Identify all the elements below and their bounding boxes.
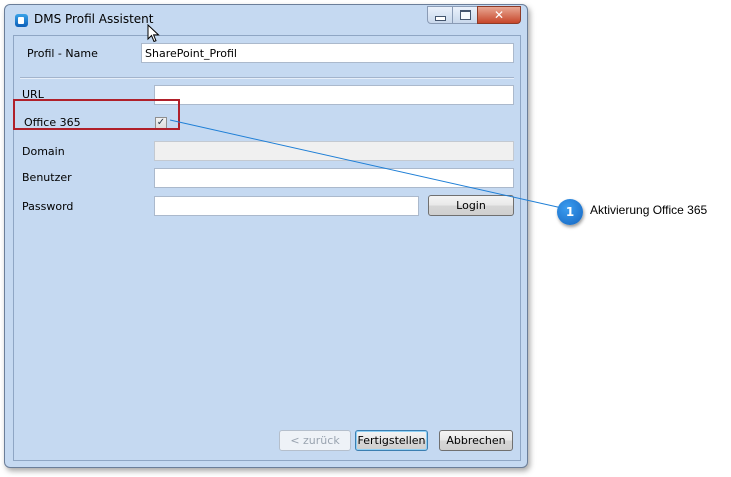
mouse-cursor-icon: [147, 24, 160, 43]
separator: [20, 77, 514, 79]
maximize-button[interactable]: [452, 6, 478, 24]
user-label: Benutzer: [22, 171, 72, 184]
caption-buttons: ✕: [427, 6, 521, 25]
profile-name-input[interactable]: [141, 43, 514, 63]
back-button[interactable]: < zurück: [279, 430, 351, 451]
office365-highlight-box: [13, 99, 180, 130]
domain-input[interactable]: [154, 141, 514, 161]
user-input[interactable]: [154, 168, 514, 188]
password-input[interactable]: [154, 196, 419, 216]
cancel-button[interactable]: Abbrechen: [439, 430, 513, 451]
close-icon: ✕: [493, 8, 505, 22]
window-title: DMS Profil Assistent: [34, 12, 154, 26]
domain-label: Domain: [22, 145, 65, 158]
dms-profile-wizard-window: DMS Profil Assistent ✕ Profil - Name URL…: [4, 4, 528, 468]
maximize-icon: [459, 10, 471, 20]
app-icon: [15, 14, 28, 27]
callout-number-badge: 1: [557, 199, 583, 225]
minimize-button[interactable]: [427, 6, 453, 24]
callout-text: Aktivierung Office 365: [590, 203, 708, 217]
password-label: Password: [22, 200, 74, 213]
url-input[interactable]: [154, 85, 514, 105]
close-button[interactable]: ✕: [477, 6, 521, 24]
title-bar[interactable]: DMS Profil Assistent ✕: [5, 5, 527, 35]
minimize-icon: [434, 15, 446, 21]
profile-name-label: Profil - Name: [27, 47, 98, 60]
finish-button[interactable]: Fertigstellen: [355, 430, 428, 451]
login-button[interactable]: Login: [428, 195, 514, 216]
